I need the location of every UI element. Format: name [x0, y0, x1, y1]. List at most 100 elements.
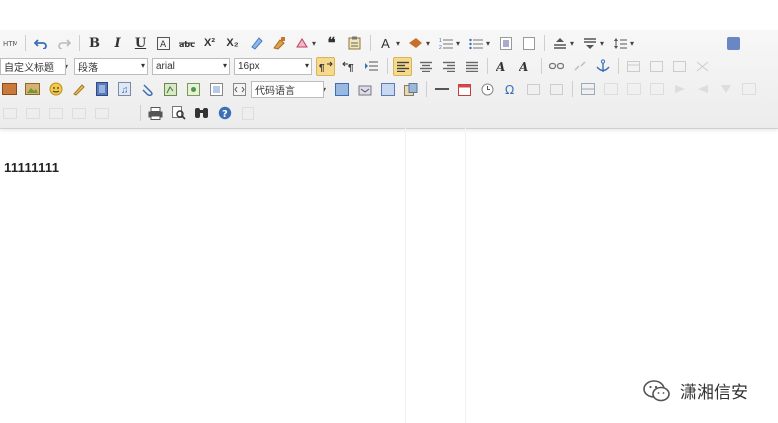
select-all-icon[interactable]: [496, 34, 515, 53]
preview-icon[interactable]: [169, 104, 188, 123]
code-language-value: 代码语言: [255, 85, 295, 97]
split-to-cols-icon[interactable]: [23, 104, 42, 123]
underline-button[interactable]: U: [131, 34, 150, 53]
anchor-icon[interactable]: [593, 57, 612, 76]
source-icon[interactable]: HTML: [0, 34, 19, 53]
template-icon[interactable]: [355, 80, 374, 99]
to-uppercase-icon[interactable]: A: [493, 57, 512, 76]
background-color-icon[interactable]: [406, 34, 425, 53]
row-spacing-bottom-icon[interactable]: [580, 34, 599, 53]
toolbar-separator: [370, 35, 371, 51]
align-justify-icon[interactable]: [462, 57, 481, 76]
help-icon[interactable]: ?: [215, 104, 234, 123]
table-props-icon[interactable]: [69, 104, 88, 123]
subscript-button[interactable]: X₂: [223, 34, 242, 53]
charts-icon[interactable]: [115, 104, 134, 123]
chevron-down-icon[interactable]: ▾: [426, 39, 433, 48]
bold-button[interactable]: B: [85, 34, 104, 53]
chevron-down-icon[interactable]: ▾: [486, 39, 493, 48]
delete-col-icon[interactable]: [647, 80, 666, 99]
chevron-down-icon[interactable]: ▾: [456, 39, 463, 48]
align-center-icon[interactable]: [416, 57, 435, 76]
link-icon[interactable]: [547, 57, 566, 76]
merge-down-icon[interactable]: [716, 80, 735, 99]
redo-icon[interactable]: [54, 34, 73, 53]
ltr-direction-icon[interactable]: ¶: [316, 56, 335, 76]
print-icon[interactable]: [146, 104, 165, 123]
split-to-rows-icon[interactable]: [0, 104, 19, 123]
chevron-down-icon[interactable]: ▾: [600, 39, 607, 48]
auto-typeset-icon[interactable]: [292, 34, 311, 53]
to-lowercase-icon[interactable]: A: [516, 57, 535, 76]
split-cells-icon[interactable]: [739, 80, 758, 99]
blockquote-button[interactable]: ❝: [322, 34, 341, 53]
insert-time-icon[interactable]: [478, 80, 497, 99]
merge-left-icon[interactable]: [693, 80, 712, 99]
chevron-down-icon[interactable]: ▾: [570, 39, 577, 48]
fullscreen-icon[interactable]: [724, 34, 743, 53]
merge-right-icon[interactable]: [670, 80, 689, 99]
font-family-select[interactable]: arial ▾: [152, 57, 230, 75]
insert-row-icon[interactable]: [693, 57, 712, 76]
chevron-down-icon[interactable]: ▾: [396, 39, 403, 48]
clear-doc-icon[interactable]: [519, 34, 538, 53]
insert-row-below-icon[interactable]: [547, 80, 566, 99]
rtl-direction-icon[interactable]: ¶: [339, 57, 358, 76]
emotion-icon[interactable]: [46, 80, 65, 99]
page-break-icon[interactable]: [332, 80, 351, 99]
font-size-select[interactable]: 16px ▾: [234, 57, 312, 75]
delete-table-row-icon[interactable]: [601, 80, 620, 99]
insert-code-icon[interactable]: [230, 80, 249, 99]
map-icon[interactable]: [161, 80, 180, 99]
row-spacing-top-icon[interactable]: [550, 34, 569, 53]
scrawl-icon[interactable]: [69, 80, 88, 99]
line-height-icon[interactable]: [610, 34, 629, 53]
insert-table-icon[interactable]: [624, 57, 643, 76]
insert-col-icon[interactable]: [624, 80, 643, 99]
insert-date-icon[interactable]: [455, 80, 474, 99]
ordered-list-icon[interactable]: 12: [436, 34, 455, 53]
paste-plain-icon[interactable]: [345, 34, 364, 53]
chevron-down-icon[interactable]: ▾: [312, 39, 319, 48]
chevron-down-icon[interactable]: ▾: [630, 39, 637, 48]
special-chars-icon[interactable]: Ω: [501, 80, 520, 99]
search-replace-icon[interactable]: [192, 104, 211, 123]
insert-video-icon[interactable]: [92, 80, 111, 99]
unordered-list-icon[interactable]: [466, 34, 485, 53]
background-icon[interactable]: [378, 80, 397, 99]
editor-content[interactable]: 11111111: [4, 160, 59, 175]
font-color-button[interactable]: A: [376, 34, 395, 53]
code-language-select[interactable]: 代码语言: [251, 80, 324, 98]
italic-button[interactable]: I: [108, 34, 127, 53]
indent-icon[interactable]: [362, 57, 381, 76]
cell-props-icon[interactable]: [92, 104, 111, 123]
insert-table-row-icon[interactable]: [578, 80, 597, 99]
paragraph-value: 段落: [78, 62, 98, 74]
align-right-icon[interactable]: [439, 57, 458, 76]
insert-frame-icon[interactable]: [207, 80, 226, 99]
insert-row-above-icon[interactable]: [524, 80, 543, 99]
svg-text:Ω: Ω: [505, 83, 514, 96]
undo-icon[interactable]: [31, 34, 50, 53]
superscript-button[interactable]: X²: [200, 34, 219, 53]
music-icon[interactable]: ♫: [115, 80, 134, 99]
attachment-icon[interactable]: [138, 80, 157, 99]
horizontal-rule-icon[interactable]: [432, 80, 451, 99]
paragraph-select[interactable]: 段落 ▾: [74, 57, 148, 75]
strikethrough-icon[interactable]: abc: [177, 34, 196, 53]
delete-table-icon[interactable]: [647, 57, 666, 76]
insert-para-before-table-icon[interactable]: [670, 57, 689, 76]
remove-format-icon[interactable]: [246, 34, 265, 53]
gmap-icon[interactable]: [184, 80, 203, 99]
font-border-icon[interactable]: A: [154, 34, 173, 53]
merge-cells-icon[interactable]: [46, 104, 65, 123]
drafts-icon[interactable]: [238, 104, 257, 123]
unlink-icon[interactable]: [570, 57, 589, 76]
align-left-icon[interactable]: [393, 56, 412, 76]
insert-image-icon[interactable]: [23, 80, 42, 99]
wordimage-icon[interactable]: [401, 80, 420, 99]
simple-upload-icon[interactable]: [0, 80, 19, 99]
svg-text:?: ?: [222, 109, 228, 120]
format-match-icon[interactable]: [269, 34, 288, 53]
custom-style-select[interactable]: 自定义标题: [0, 57, 66, 75]
